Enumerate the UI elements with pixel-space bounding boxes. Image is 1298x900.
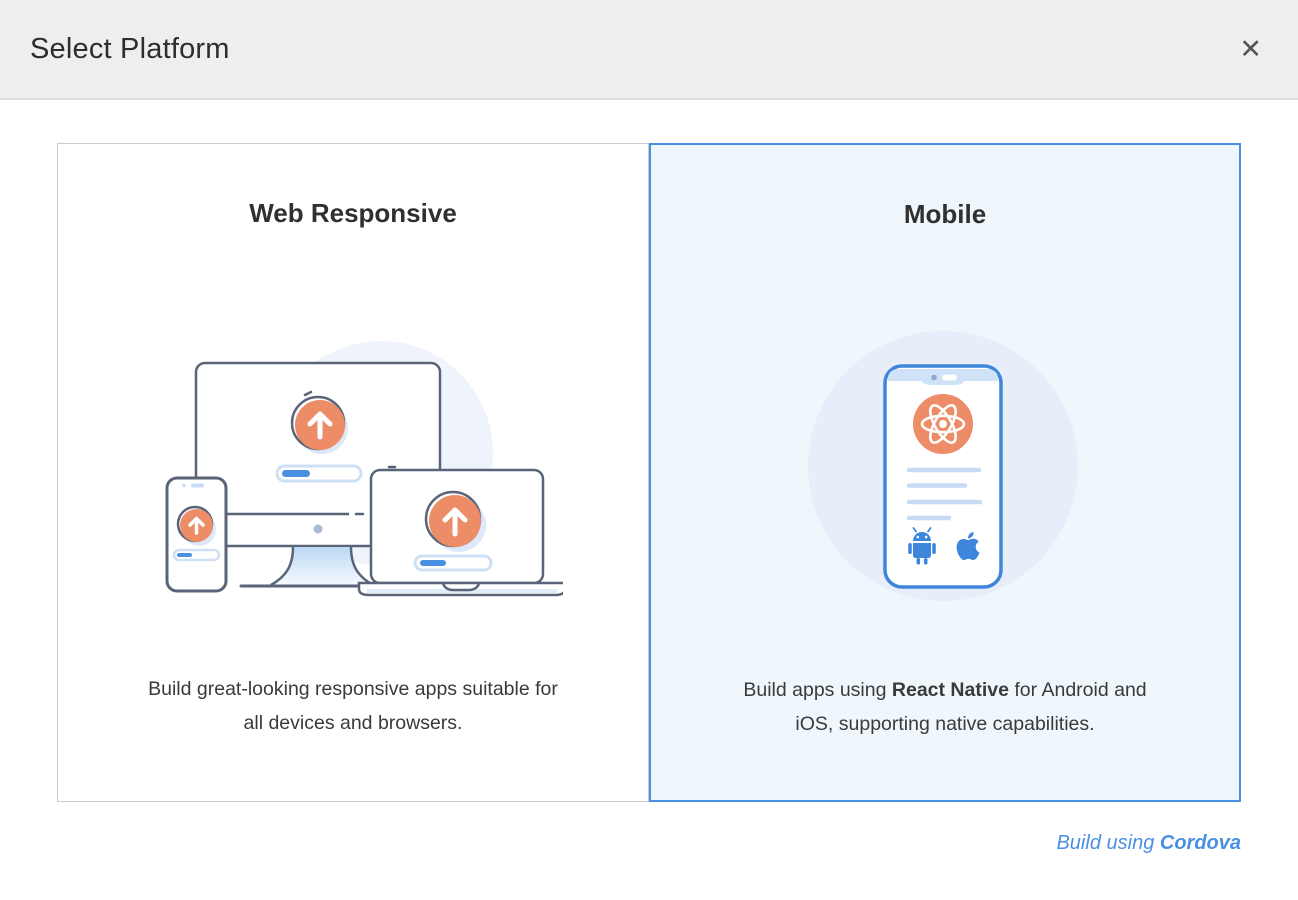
react-logo-icon	[913, 394, 973, 454]
card-title-web-responsive: Web Responsive	[58, 144, 648, 230]
card-title-mobile: Mobile	[651, 145, 1239, 231]
platform-cards: Web Responsive	[57, 143, 1241, 802]
card-description-web-responsive: Build great-looking responsive apps suit…	[73, 672, 633, 740]
laptop-icon	[359, 467, 563, 595]
dialog-footer: Build using Cordova	[57, 832, 1241, 855]
react-native-bold-text: React Native	[892, 679, 1009, 701]
dialog-title: Select Platform	[30, 33, 230, 66]
phone-react-illustration	[795, 319, 1095, 609]
close-button[interactable]: ✕	[1233, 30, 1268, 69]
dialog-body: Web Responsive	[0, 143, 1298, 855]
card-mobile[interactable]: Mobile	[649, 143, 1241, 802]
dialog-header: Select Platform ✕	[0, 0, 1298, 100]
mobile-phone-icon	[885, 366, 1001, 587]
smartphone-icon	[167, 478, 226, 591]
close-icon: ✕	[1239, 34, 1262, 64]
devices-upload-illustration	[143, 318, 563, 608]
card-description-mobile: Build apps using React Native for Androi…	[665, 673, 1225, 741]
select-platform-dialog: Select Platform ✕ Web Responsive	[0, 0, 1298, 855]
web-responsive-illustration	[58, 318, 648, 608]
mobile-illustration	[651, 319, 1239, 609]
build-using-cordova-link[interactable]: Build using Cordova	[1056, 832, 1241, 854]
card-web-responsive[interactable]: Web Responsive	[57, 143, 649, 802]
